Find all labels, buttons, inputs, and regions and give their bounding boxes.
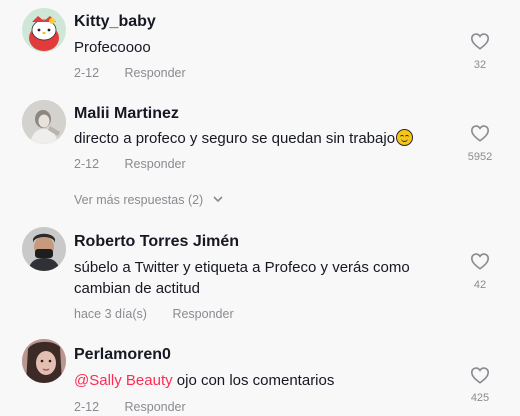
hello-kitty-avatar-icon: [22, 8, 66, 52]
heart-icon: [470, 33, 490, 50]
heart-icon: [470, 125, 490, 142]
reply-button[interactable]: Responder: [125, 66, 186, 80]
heart-icon: [470, 367, 490, 384]
like-button[interactable]: [468, 366, 492, 384]
comment-date: 2-12: [74, 157, 100, 171]
comment-date: hace 3 día(s): [74, 307, 147, 321]
mention-link[interactable]: @Sally Beauty: [74, 372, 173, 389]
avatar[interactable]: [22, 227, 66, 271]
comment-meta: 2-12 Responder: [74, 157, 186, 171]
user-photo-avatar-icon: [22, 339, 66, 383]
comment-text: Profecoooo: [74, 39, 151, 56]
reply-button[interactable]: Responder: [172, 307, 233, 321]
avatar[interactable]: [22, 100, 66, 144]
comment-meta: 2-12 Responder: [74, 400, 186, 414]
reply-button[interactable]: Responder: [125, 400, 186, 414]
avatar[interactable]: [22, 8, 66, 52]
comment-author[interactable]: Perlamoren0: [74, 346, 171, 364]
relieved-face-emoji-icon: [396, 129, 414, 146]
view-more-replies-label: Ver más respuestas (2): [74, 193, 204, 207]
reply-button[interactable]: Responder: [125, 157, 186, 171]
like-count: 5952: [467, 151, 493, 163]
comment-text-content: directo a profeco y seguro se quedan sin…: [74, 130, 396, 147]
user-photo-avatar-icon: [22, 227, 66, 271]
comment-text: súbelo a Twitter y etiqueta a Profeco y …: [74, 259, 410, 297]
avatar[interactable]: [22, 339, 66, 383]
chevron-down-icon: [213, 196, 223, 203]
comment-date: 2-12: [74, 400, 100, 414]
heart-icon: [470, 253, 490, 270]
comment-text: @Sally Beauty ojo con los comentarios: [74, 370, 429, 391]
view-more-replies-button[interactable]: Ver más respuestas (2): [74, 193, 223, 207]
comment-meta: hace 3 día(s) Responder: [74, 307, 234, 321]
like-button[interactable]: [468, 252, 492, 270]
like-button[interactable]: [468, 32, 492, 50]
comment-text-content: ojo con los comentarios: [172, 372, 335, 389]
comment-meta: 2-12 Responder: [74, 66, 186, 80]
comment-author[interactable]: Malii Martinez: [74, 105, 179, 123]
comment-author[interactable]: Roberto Torres Jimén: [74, 233, 239, 251]
like-count: 32: [473, 59, 487, 71]
like-count: 425: [470, 392, 490, 404]
like-count: 42: [473, 279, 487, 291]
comment-date: 2-12: [74, 66, 100, 80]
comment-author[interactable]: Kitty_baby: [74, 13, 156, 31]
comment-text: directo a profeco y seguro se quedan sin…: [74, 128, 469, 149]
like-button[interactable]: [468, 124, 492, 142]
user-photo-avatar-icon: [22, 100, 66, 144]
